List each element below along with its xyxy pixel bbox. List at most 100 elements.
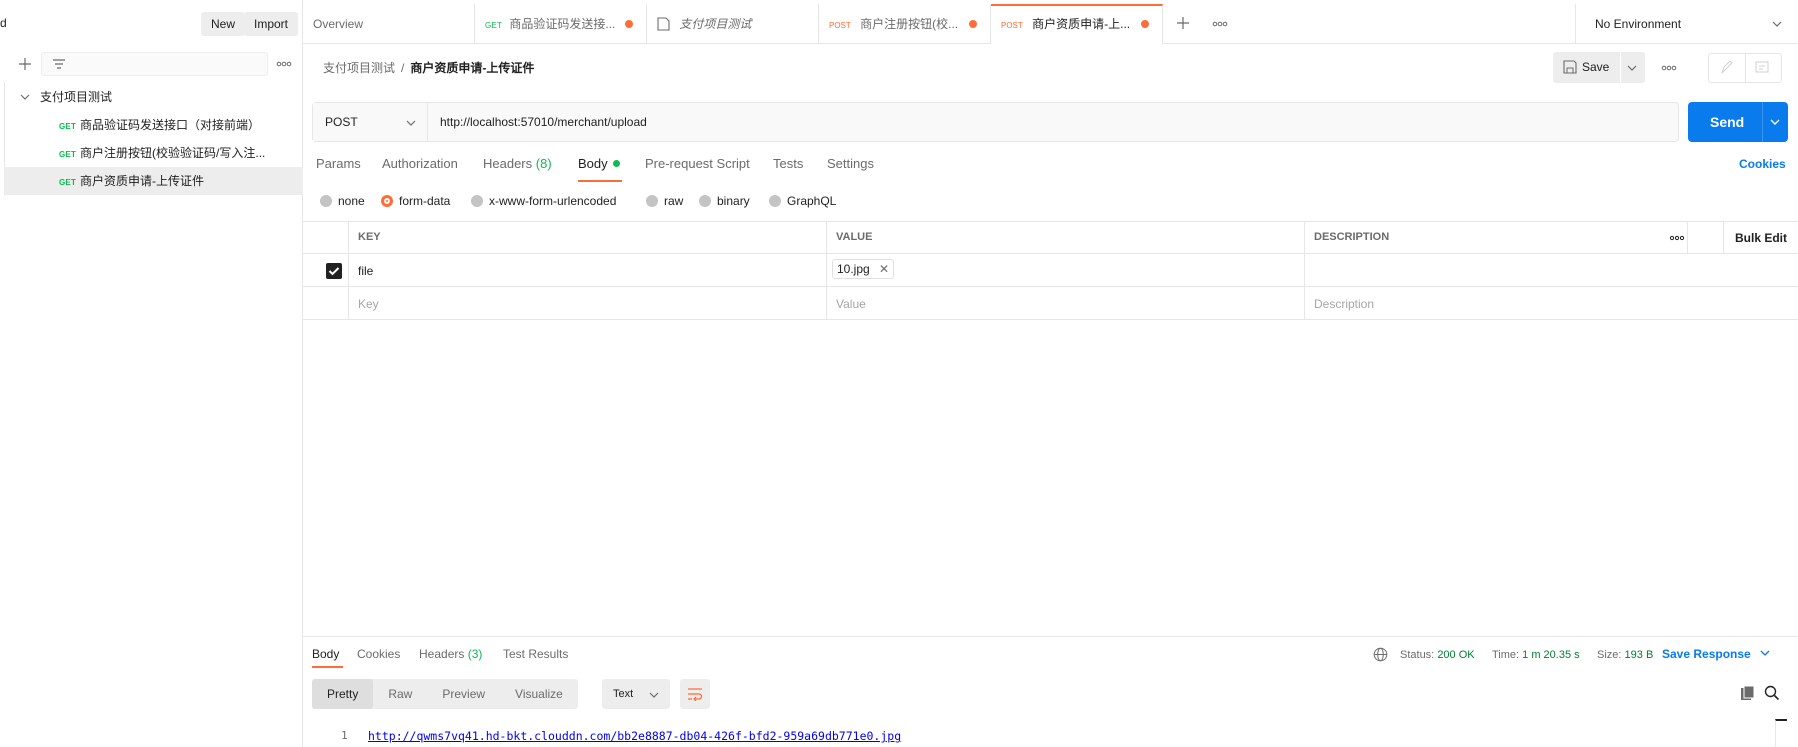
- radio-binary[interactable]: binary: [699, 193, 750, 209]
- send-label: Send: [1710, 114, 1745, 130]
- breadcrumb-current[interactable]: 商户资质申请-上传证件: [410, 61, 534, 75]
- chevron-down-icon[interactable]: [1770, 118, 1780, 126]
- tab-pre-request-script[interactable]: Pre-request Script: [645, 156, 750, 182]
- environment-label: No Environment: [1595, 17, 1682, 31]
- format-value: Text: [613, 688, 634, 700]
- search-icon[interactable]: [1764, 685, 1780, 701]
- url-input[interactable]: http://localhost:57010/merchant/upload: [440, 103, 647, 141]
- response-tab-cookies[interactable]: Cookies: [357, 647, 400, 661]
- table-more-icon[interactable]: [1669, 234, 1685, 242]
- method-value: POST: [325, 115, 358, 129]
- response-tab-test-results[interactable]: Test Results: [503, 647, 568, 661]
- scrollbar[interactable]: [1775, 719, 1787, 747]
- cookies-link[interactable]: Cookies: [1739, 157, 1786, 171]
- collection-item[interactable]: 支付项目测试: [4, 83, 303, 111]
- row-checkbox[interactable]: [326, 263, 342, 279]
- filter-input[interactable]: [41, 52, 268, 76]
- view-visualize[interactable]: Visualize: [500, 679, 578, 709]
- copy-icon[interactable]: [1740, 685, 1756, 701]
- table-row-empty: Key Value Description: [303, 287, 1798, 319]
- breadcrumb-parent[interactable]: 支付项目测试: [323, 61, 395, 75]
- response-url-link[interactable]: http://qwms7vq41.hd-bkt.clouddn.com/bb2e…: [368, 729, 901, 743]
- radio-circle: [471, 195, 483, 207]
- new-button[interactable]: New: [201, 12, 246, 36]
- request-item-2[interactable]: GET 商户资质申请-上传证件: [4, 167, 303, 195]
- row-key[interactable]: file: [358, 264, 373, 278]
- key-placeholder[interactable]: Key: [358, 297, 379, 311]
- tab-label: 商品验证码发送接...: [509, 17, 616, 31]
- view-pretty[interactable]: Pretty: [312, 679, 374, 709]
- send-button[interactable]: Send: [1688, 102, 1788, 142]
- header-key: KEY: [358, 231, 381, 243]
- radio-graphql[interactable]: GraphQL: [769, 193, 836, 209]
- comment-icon[interactable]: [1755, 61, 1769, 75]
- tab-body[interactable]: Body: [578, 156, 623, 182]
- view-preview[interactable]: Preview: [427, 679, 500, 709]
- new-tab-icon[interactable]: [1176, 16, 1190, 30]
- radio-none[interactable]: none: [320, 193, 365, 209]
- time-info: Time: 1 m 20.35 s: [1492, 649, 1580, 661]
- tab-authorization[interactable]: Authorization: [382, 156, 458, 182]
- request-more-icon[interactable]: [1661, 64, 1677, 72]
- import-button[interactable]: Import: [244, 12, 299, 36]
- view-raw[interactable]: Raw: [373, 679, 427, 709]
- tab-method: POST: [829, 21, 851, 30]
- globe-icon[interactable]: [1373, 647, 1388, 662]
- add-collection-icon[interactable]: [17, 56, 33, 72]
- response-tab-body[interactable]: Body: [312, 647, 339, 661]
- headers-count: (8): [535, 156, 552, 171]
- tab-headers[interactable]: Headers (8): [483, 156, 552, 182]
- method-select[interactable]: POST: [313, 103, 428, 141]
- status-info: Status: 200 OK: [1400, 649, 1475, 661]
- remove-file-icon[interactable]: ✕: [879, 262, 889, 276]
- tab-collection[interactable]: 支付项目测试: [647, 4, 819, 44]
- file-name: 10.jpg: [837, 262, 870, 276]
- pencil-icon[interactable]: [1720, 61, 1734, 75]
- breadcrumb: 支付项目测试 / 商户资质申请-上传证件: [323, 61, 535, 75]
- tab-more-icon[interactable]: [1212, 20, 1228, 28]
- chevron-down-icon[interactable]: [20, 93, 30, 101]
- tab-params[interactable]: Params: [316, 156, 361, 182]
- description-placeholder[interactable]: Description: [1314, 297, 1374, 311]
- tab-label: Headers: [419, 647, 465, 661]
- tab-method: GET: [485, 21, 503, 30]
- headers-count: (3): [467, 647, 483, 661]
- save-button[interactable]: Save: [1553, 52, 1645, 83]
- radio-raw[interactable]: raw: [646, 193, 683, 209]
- tab-settings[interactable]: Settings: [827, 156, 874, 182]
- save-response-button[interactable]: Save Response: [1662, 647, 1770, 661]
- tab-request-2-active[interactable]: POST 商户资质申请-上...: [991, 4, 1163, 44]
- request-name: 商品验证码发送接口（对接前端）: [80, 118, 261, 132]
- save-label: Save: [1582, 60, 1610, 74]
- tab-tests[interactable]: Tests: [773, 156, 803, 182]
- request-item-0[interactable]: GET 商品验证码发送接口（对接前端）: [4, 111, 303, 139]
- radio-form-data[interactable]: form-data: [381, 193, 450, 209]
- value-placeholder[interactable]: Value: [836, 297, 866, 311]
- form-data-table: KEY VALUE DESCRIPTION Bulk Edit file 10.…: [303, 221, 1798, 321]
- wrap-lines-icon: [687, 687, 703, 701]
- sidebar-toolbar: [0, 52, 303, 76]
- request-item-1[interactable]: GET 商户注册按钮(校验验证码/写入注...: [4, 139, 303, 167]
- response-tab-headers[interactable]: Headers (3): [419, 647, 482, 661]
- tab-overview[interactable]: Overview: [303, 4, 475, 44]
- body-indicator-dot: [613, 160, 621, 167]
- bulk-edit-button[interactable]: Bulk Edit: [1735, 231, 1787, 245]
- format-select[interactable]: Text: [602, 679, 670, 709]
- time-value: 1 m 20.35 s: [1522, 649, 1580, 661]
- radio-circle: [699, 195, 711, 207]
- tab-label: Body: [578, 156, 608, 171]
- workspace-name[interactable]: d: [0, 16, 7, 30]
- radio-label: none: [338, 194, 365, 208]
- wrap-lines-button[interactable]: [680, 679, 710, 709]
- tab-request-0[interactable]: GET 商品验证码发送接...: [475, 4, 647, 44]
- file-chip[interactable]: 10.jpg ✕: [832, 259, 895, 279]
- radio-x-www-form-urlencoded[interactable]: x-www-form-urlencoded: [471, 193, 616, 209]
- chevron-down-icon[interactable]: [1627, 64, 1637, 72]
- chevron-down-icon: [1772, 20, 1782, 28]
- request-name: 商户资质申请-上传证件: [80, 174, 205, 188]
- environment-selector[interactable]: No Environment: [1575, 4, 1798, 44]
- more-options-icon[interactable]: [276, 60, 292, 68]
- size-value: 193 B: [1624, 649, 1654, 661]
- tab-request-1[interactable]: POST 商户注册按钮(校...: [819, 4, 991, 44]
- status-value: 200 OK: [1437, 649, 1475, 661]
